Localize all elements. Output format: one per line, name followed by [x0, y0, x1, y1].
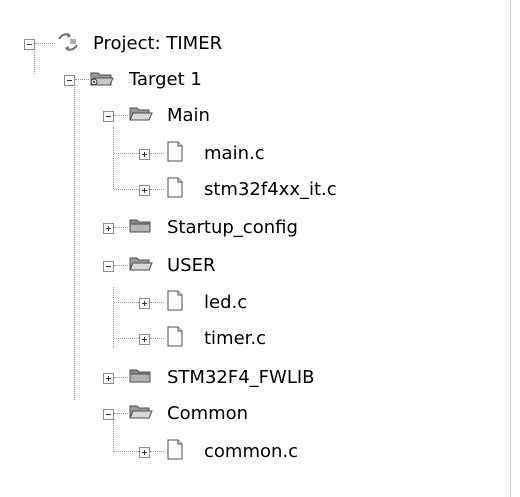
group-label: Startup_config [167, 217, 298, 238]
tree-row-file[interactable]: common.c [0, 436, 300, 472]
tree-connector [75, 79, 89, 80]
tree-connector [114, 377, 128, 378]
collapse-toggle[interactable] [24, 39, 35, 50]
tree-row-file[interactable]: timer.c [0, 323, 300, 359]
panel-right-edge [510, 0, 520, 497]
tree-connector [114, 451, 139, 452]
project-tree-panel: Project: TIMER Target 1 Main main.c stm3… [0, 0, 510, 497]
expand-toggle[interactable] [139, 149, 150, 160]
file-label: main.c [204, 143, 265, 164]
file-label: common.c [204, 441, 299, 462]
tree-connector [150, 302, 164, 303]
folder-open-icon [128, 252, 154, 281]
project-tree: Project: TIMER Target 1 Main main.c stm3… [0, 0, 510, 497]
c-file-icon [165, 176, 185, 205]
tree-row-group-main[interactable]: Main [0, 100, 300, 136]
group-label: Main [167, 105, 210, 126]
tree-connector [114, 115, 128, 116]
folder-open-icon [128, 102, 154, 131]
tree-row-file[interactable]: main.c [0, 138, 300, 174]
c-file-icon [165, 438, 185, 467]
expand-toggle[interactable] [103, 223, 114, 234]
tree-connector [150, 153, 164, 154]
file-label: stm32f4xx_it.c [204, 179, 337, 200]
folder-closed-icon [128, 364, 154, 393]
project-label: Project: TIMER [93, 33, 223, 54]
group-label: USER [167, 255, 216, 276]
collapse-toggle[interactable] [64, 75, 75, 86]
expand-toggle[interactable] [139, 447, 150, 458]
collapse-toggle[interactable] [103, 261, 114, 272]
collapse-toggle[interactable] [103, 111, 114, 122]
tree-connector [150, 451, 164, 452]
tree-row-group-user[interactable]: USER [0, 250, 300, 286]
file-label: led.c [204, 292, 248, 313]
c-file-icon [165, 325, 185, 354]
expand-toggle[interactable] [139, 298, 150, 309]
tree-row-group-startup-config[interactable]: Startup_config [0, 212, 320, 248]
collapse-toggle[interactable] [103, 409, 114, 420]
tree-row-file[interactable]: led.c [0, 287, 300, 323]
project-icon [56, 30, 80, 59]
c-file-icon [165, 289, 185, 318]
tree-connector [150, 189, 164, 190]
tree-connector [150, 338, 164, 339]
tree-connector [114, 189, 139, 190]
tree-row-target[interactable]: Target 1 [0, 64, 300, 100]
tree-row-group-common[interactable]: Common [0, 398, 300, 434]
tree-row-group-stm32f4-fwlib[interactable]: STM32F4_FWLIB [0, 362, 340, 398]
expand-toggle[interactable] [103, 373, 114, 384]
tree-row-file[interactable]: stm32f4xx_it.c [0, 174, 340, 210]
file-label: timer.c [204, 328, 267, 349]
group-label: Common [167, 403, 249, 424]
tree-connector [114, 338, 139, 339]
tree-connector [114, 302, 139, 303]
tree-connector [114, 153, 139, 154]
tree-connector [35, 43, 55, 44]
tree-connector [114, 413, 128, 414]
tree-row-project[interactable]: Project: TIMER [0, 28, 300, 64]
tree-connector [114, 265, 128, 266]
c-file-icon [165, 140, 185, 169]
expand-toggle[interactable] [139, 334, 150, 345]
folder-closed-icon [128, 214, 154, 243]
target-label: Target 1 [129, 69, 202, 90]
folder-open-icon [128, 400, 154, 429]
target-folder-icon [89, 66, 115, 95]
group-label: STM32F4_FWLIB [167, 367, 315, 388]
expand-toggle[interactable] [139, 185, 150, 196]
tree-connector [114, 227, 128, 228]
